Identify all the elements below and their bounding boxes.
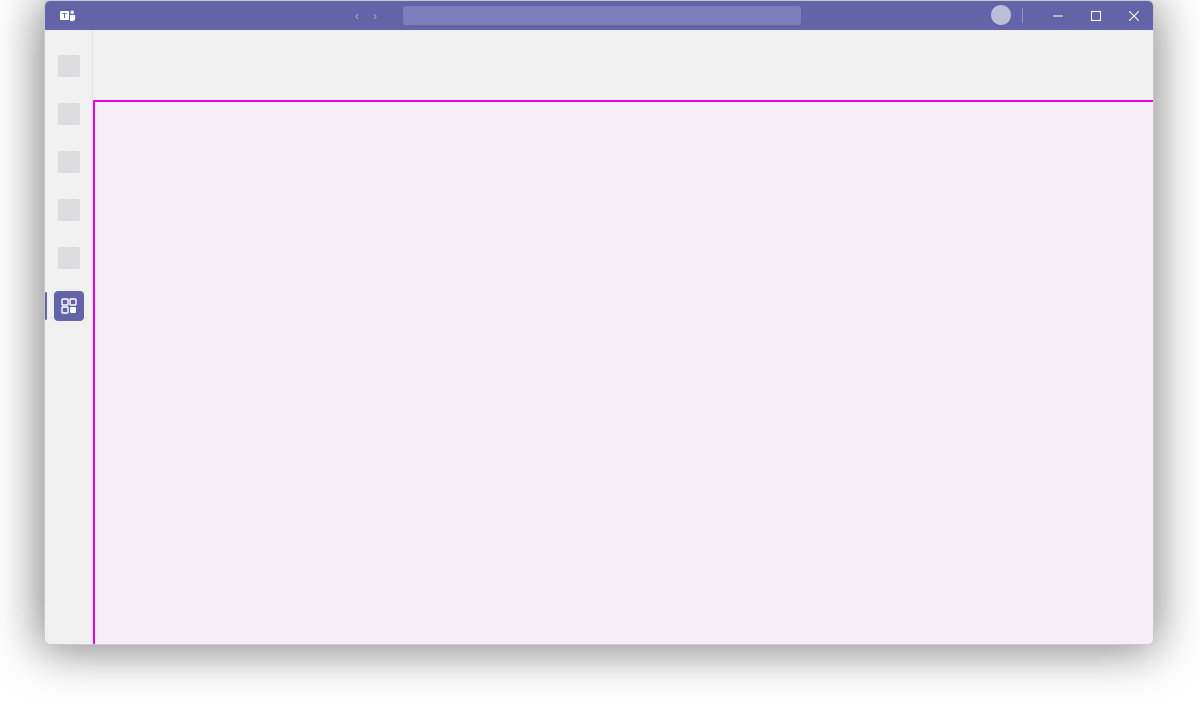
window-minimize-button[interactable] bbox=[1039, 1, 1077, 30]
window-close-button[interactable] bbox=[1115, 1, 1153, 30]
content-header bbox=[93, 30, 1153, 100]
sidebar-item-activity[interactable] bbox=[45, 42, 93, 90]
svg-text:T: T bbox=[62, 13, 67, 20]
teams-icon bbox=[58, 151, 80, 173]
sidebar-item-calendar[interactable] bbox=[45, 186, 93, 234]
content-area bbox=[93, 30, 1153, 644]
calendar-icon bbox=[58, 199, 80, 221]
activity-icon bbox=[58, 55, 80, 77]
sidebar-item-apps[interactable] bbox=[45, 282, 93, 330]
app-window: T ‹ › bbox=[44, 0, 1154, 645]
content-highlight-frame bbox=[93, 100, 1153, 644]
calls-icon bbox=[58, 247, 80, 269]
nav-back-button[interactable]: ‹ bbox=[355, 9, 359, 23]
sidebar-item-calls[interactable] bbox=[45, 234, 93, 282]
apps-icon bbox=[61, 298, 77, 314]
teams-logo-icon: T bbox=[59, 7, 77, 25]
search-input[interactable] bbox=[403, 6, 801, 25]
profile-avatar[interactable] bbox=[991, 5, 1011, 25]
nav-forward-button[interactable]: › bbox=[373, 9, 377, 23]
app-rail bbox=[45, 30, 93, 644]
sidebar-item-teams[interactable] bbox=[45, 138, 93, 186]
sidebar-item-chat[interactable] bbox=[45, 90, 93, 138]
chat-icon bbox=[58, 103, 80, 125]
titlebar-divider bbox=[1022, 8, 1023, 23]
window-maximize-button[interactable] bbox=[1077, 1, 1115, 30]
titlebar: T ‹ › bbox=[45, 1, 1153, 30]
